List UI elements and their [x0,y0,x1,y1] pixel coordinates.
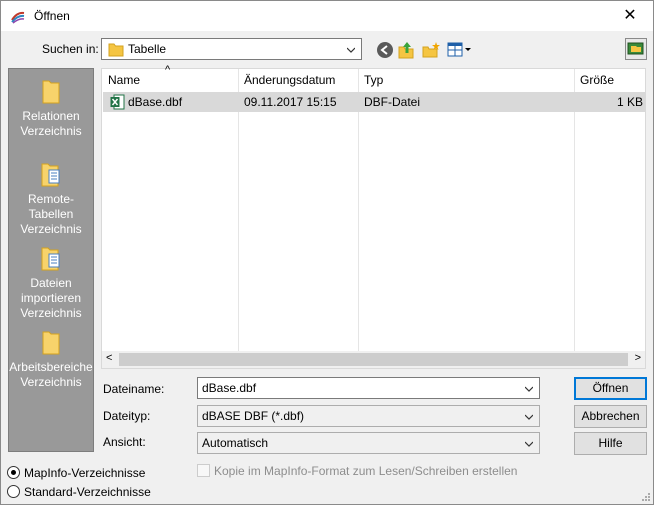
close-icon: ✕ [623,7,637,24]
filename-label: Dateiname: [103,382,165,396]
open-button[interactable]: Öffnen [574,377,647,400]
view-select[interactable]: Automatisch [197,432,540,454]
standard-dirs-radio[interactable] [7,485,20,498]
column-header-name[interactable]: Name [108,69,140,91]
title-bar: Öffnen ✕ [1,1,653,31]
help-button[interactable]: Hilfe [574,432,647,455]
horizontal-scrollbar[interactable]: < > [102,351,645,368]
excel-file-icon [110,94,125,110]
folder-icon [42,80,60,104]
scrollbar-thumb[interactable] [119,353,628,366]
scroll-left-icon[interactable]: < [106,352,112,364]
folder-icon [42,331,60,355]
folder-document-icon [41,163,60,187]
place-label: Arbeitsbereiche Verzeichnis [9,360,93,389]
table-row[interactable]: dBase.dbf 09.11.2017 15:15 DBF-Datei 1 K… [103,92,645,112]
view-menu-icon[interactable] [447,41,473,59]
folder-icon [108,43,124,57]
lookin-combobox[interactable]: Tabelle [101,38,362,60]
filetype-label: Dateityp: [103,409,151,423]
back-icon[interactable] [376,41,394,59]
mapinfo-dirs-label: MapInfo-Verzeichnisse [24,466,146,480]
place-label: Relationen Verzeichnis [20,109,82,138]
window-title: Öffnen [34,9,70,23]
view-value: Automatisch [202,436,269,450]
mapinfo-dirs-radio[interactable] [7,466,20,479]
file-name: dBase.dbf [128,95,183,109]
chevron-down-icon [525,441,533,447]
file-size: 1 KB [616,95,643,109]
lookin-value: Tabelle [128,42,167,56]
file-date: 09.11.2017 15:15 [244,95,337,109]
close-button[interactable]: ✕ [607,1,653,31]
column-header-type[interactable]: Typ [364,69,383,91]
file-type: DBF-Datei [364,95,421,109]
places-bar: Relationen Verzeichnis Remote-Tabellen V… [8,68,94,452]
place-remote-tabellen[interactable]: Remote-Tabellen Verzeichnis [9,162,93,237]
open-dialog: Öffnen ✕ Suchen in: Tabelle Relationen V… [0,0,654,505]
cancel-button[interactable]: Abbrechen [574,405,647,428]
place-arbeitsbereiche[interactable]: Arbeitsbereiche Verzeichnis [9,330,93,390]
folder-document-icon [41,247,60,271]
place-relationen[interactable]: Relationen Verzeichnis [9,79,93,139]
filename-value: dBase.dbf [202,381,257,395]
copy-format-label: Kopie im MapInfo-Format zum Lesen/Schrei… [214,464,518,478]
sort-ascending-icon: ^ [165,64,171,76]
place-label: Dateien importieren Verzeichnis [20,276,82,320]
lookin-label: Suchen in: [42,42,99,56]
chevron-down-icon [347,47,355,53]
filetype-value: dBASE DBF (*.dbf) [202,409,305,423]
filename-combobox[interactable]: dBase.dbf [197,377,540,399]
desktop-icon[interactable] [625,38,647,60]
up-folder-icon[interactable] [398,41,416,59]
place-label: Remote-Tabellen Verzeichnis [20,192,82,236]
chevron-down-icon[interactable] [525,385,533,393]
standard-dirs-label: Standard-Verzeichnisse [24,485,151,499]
copy-format-checkbox[interactable] [197,464,210,477]
view-label: Ansicht: [103,435,146,449]
resize-grip-icon[interactable] [640,491,650,501]
column-header-size[interactable]: Größe [580,69,614,91]
mapinfo-app-icon [11,11,25,24]
scroll-right-icon[interactable]: > [635,352,641,364]
filetype-select[interactable]: dBASE DBF (*.dbf) [197,405,540,427]
file-list[interactable]: ^ Name Änderungsdatum Typ Größe dBase.db… [101,64,646,369]
new-folder-icon[interactable] [422,41,440,59]
column-header-date[interactable]: Änderungsdatum [244,69,335,91]
place-dateien-importieren[interactable]: Dateien importieren Verzeichnis [9,246,93,321]
chevron-down-icon [525,414,533,420]
